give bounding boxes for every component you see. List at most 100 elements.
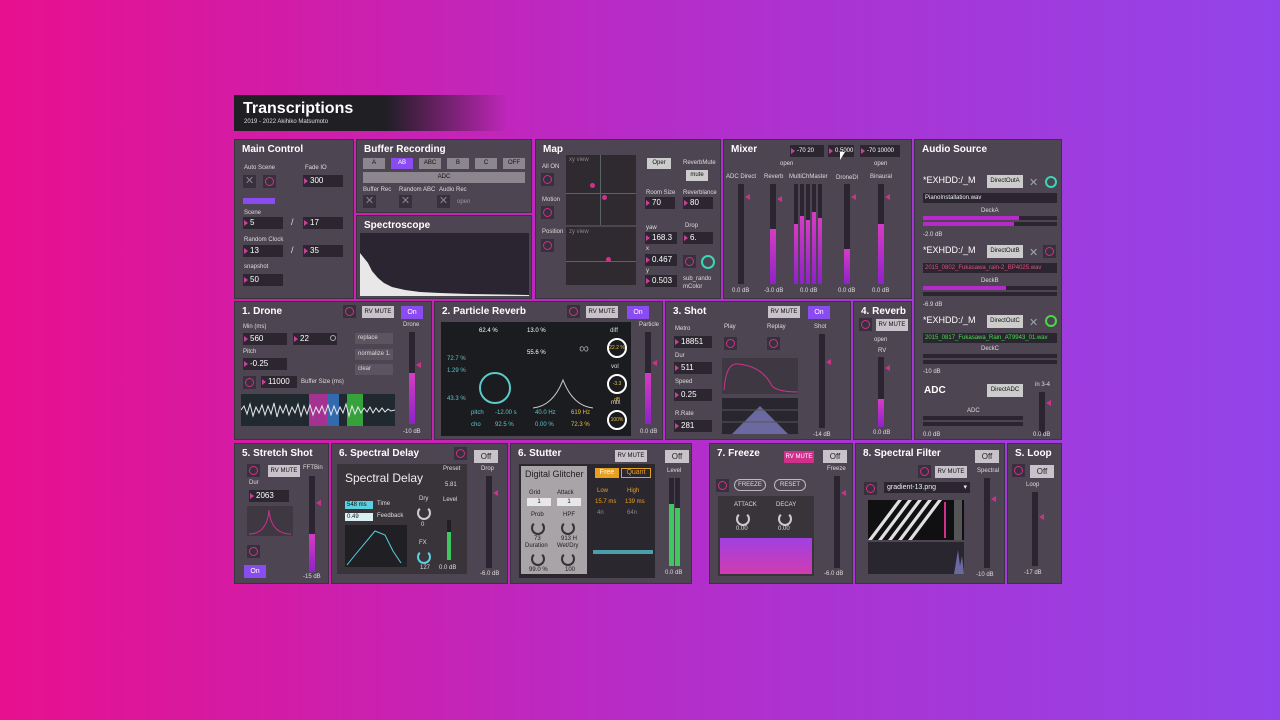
freeze-off-toggle[interactable]: Off	[823, 450, 847, 463]
drone-trigger[interactable]	[343, 305, 356, 318]
buffer-rec-toggle[interactable]: ✕	[363, 195, 376, 208]
mixer-open-a[interactable]: open	[780, 161, 793, 167]
adc-input-meter[interactable]	[1039, 392, 1051, 434]
map-open-button[interactable]: Oper	[647, 158, 671, 169]
particle-on-toggle[interactable]: On	[627, 306, 649, 319]
dry-knob[interactable]	[417, 506, 431, 520]
reverb-trigger[interactable]	[859, 318, 872, 331]
param-value[interactable]: 55.6 %	[527, 350, 546, 356]
spectral-delay-device[interactable]: Spectral Delay Preset 5.81 548 ms Time 0…	[337, 464, 467, 574]
replace-button[interactable]: replace	[355, 333, 393, 344]
quant-button[interactable]: Quant	[621, 468, 651, 478]
attack-knob[interactable]	[736, 512, 750, 526]
audio-rec-toggle[interactable]: ✕	[437, 195, 450, 208]
clear-button[interactable]: clear	[355, 364, 393, 375]
mix-knob[interactable]: 100%	[607, 410, 627, 430]
pct-value[interactable]: 0.00 %	[535, 422, 554, 428]
stretch-on-toggle[interactable]: On	[244, 565, 266, 578]
spectral-level-meter[interactable]	[984, 478, 996, 568]
grid-value[interactable]: 1	[527, 498, 551, 506]
direct-out-a-button[interactable]: DirectOutA	[987, 175, 1023, 188]
xy-view-display[interactable]: xy view	[566, 155, 636, 225]
image-load-trigger[interactable]	[864, 482, 877, 495]
link-toggle-icon[interactable]	[330, 335, 336, 341]
reverb-level-meter[interactable]	[878, 357, 890, 427]
hz-value[interactable]: 619 Hz	[571, 410, 590, 416]
yaw-number[interactable]: 168.3	[645, 232, 677, 244]
time-value[interactable]: 548 ms	[345, 501, 373, 509]
y-number[interactable]: 0.503	[645, 275, 677, 287]
preset-value[interactable]: 5.81	[445, 482, 457, 488]
param-value[interactable]: 72.7 %	[447, 356, 466, 362]
feedback-value[interactable]: 0.49	[345, 513, 373, 521]
rv-mute-button[interactable]: RV MUTE	[876, 319, 908, 331]
auto-scene-toggle[interactable]: ✕	[243, 175, 256, 188]
reverb-open-label[interactable]: open	[874, 337, 887, 343]
stretch-envelope-display[interactable]	[247, 506, 293, 536]
buffer-button-c[interactable]: C	[475, 158, 497, 169]
play-button[interactable]	[724, 337, 737, 350]
level-meter[interactable]	[447, 520, 451, 560]
buffer-button-b[interactable]: B	[447, 158, 469, 169]
prob-knob[interactable]	[531, 521, 545, 535]
buffer-button-a[interactable]: A	[363, 158, 385, 169]
level-meter-right[interactable]	[675, 478, 680, 566]
deck-b-path[interactable]: *EXHDD:/_M	[923, 245, 983, 255]
loop-level-meter[interactable]	[1032, 492, 1044, 566]
reverb-balance-number[interactable]: 80	[683, 197, 713, 209]
shot-level-meter[interactable]	[819, 334, 831, 428]
pct-value[interactable]: 72.3 %	[571, 422, 590, 428]
direct-out-b-button[interactable]: DirectOutB	[987, 245, 1023, 258]
direct-adc-button[interactable]: DirectADC	[987, 384, 1023, 397]
buffer-button-off[interactable]: OFF	[503, 158, 525, 169]
decay-knob[interactable]	[778, 512, 792, 526]
speed-number[interactable]: 0.25	[674, 389, 712, 401]
drop-number[interactable]: 6.	[683, 232, 713, 244]
low-division[interactable]: 4n	[597, 510, 604, 516]
loop-off-toggle[interactable]: Off	[1030, 465, 1054, 478]
param-value[interactable]: 62.4 %	[479, 328, 498, 334]
meter-binaural[interactable]	[878, 184, 890, 284]
sub-random-button[interactable]	[683, 255, 696, 268]
particle-reverb-device[interactable]: 62.4 % 13.0 % 55.6 % 72.7 % 1.29 % 43.3 …	[441, 322, 631, 436]
attack-value[interactable]: 1	[557, 498, 581, 506]
dur-number[interactable]: 2063	[249, 490, 289, 502]
buffer-size-number[interactable]: 11000	[261, 376, 297, 388]
direct-out-c-button[interactable]: DirectOutC	[987, 315, 1023, 328]
stutter-off-toggle[interactable]: Off	[665, 450, 689, 463]
rv-mute-button[interactable]: RV MUTE	[768, 306, 800, 318]
diffusion-circle-icon[interactable]	[479, 372, 511, 404]
meter-reverb[interactable]	[770, 184, 782, 284]
param-value[interactable]: 1.29 %	[447, 368, 466, 374]
filter-image-display[interactable]	[868, 500, 964, 540]
deck-c-path[interactable]: *EXHDD:/_M	[923, 315, 983, 325]
fx-knob[interactable]	[417, 550, 431, 564]
mixer-open-b[interactable]: open	[874, 161, 887, 167]
deck-a-fader[interactable]	[923, 222, 1057, 226]
particle-trigger[interactable]	[567, 305, 580, 318]
motion-button[interactable]	[541, 206, 554, 219]
image-file-select[interactable]: gradient-13.png ▾	[884, 482, 970, 493]
adc-button[interactable]: ADC	[363, 172, 525, 183]
auto-scene-trigger[interactable]	[263, 175, 276, 188]
zy-view-display[interactable]: zy view	[566, 227, 636, 285]
reset-button[interactable]: RESET	[774, 479, 806, 491]
envelope-display[interactable]	[722, 358, 799, 394]
deck-b-trigger[interactable]	[1043, 245, 1056, 258]
infinity-icon[interactable]: ∞	[579, 340, 589, 356]
fade-io-number[interactable]: 300	[303, 175, 343, 187]
drone-level-meter[interactable]	[409, 332, 421, 424]
spectral-filter-trigger[interactable]	[918, 465, 931, 478]
deck-b-file-select[interactable]: 2015_0802_Fukasawa_rain-2_BP4025.wav	[923, 263, 1057, 273]
random-clock-total-number[interactable]: 35	[303, 245, 343, 257]
hz-value[interactable]: 40.0 Hz	[535, 410, 556, 416]
spectral-filter-off-toggle[interactable]: Off	[975, 450, 999, 463]
low-value[interactable]: 15.7 ms	[595, 499, 616, 505]
close-icon[interactable]: ✕	[1029, 176, 1038, 189]
metro-number[interactable]: 18851	[674, 336, 712, 348]
source-point[interactable]	[590, 183, 595, 188]
freeze-level-meter[interactable]	[834, 476, 846, 568]
hpf-knob[interactable]	[561, 521, 575, 535]
random-clock-number[interactable]: 13	[243, 245, 283, 257]
duration-knob[interactable]	[531, 552, 545, 566]
